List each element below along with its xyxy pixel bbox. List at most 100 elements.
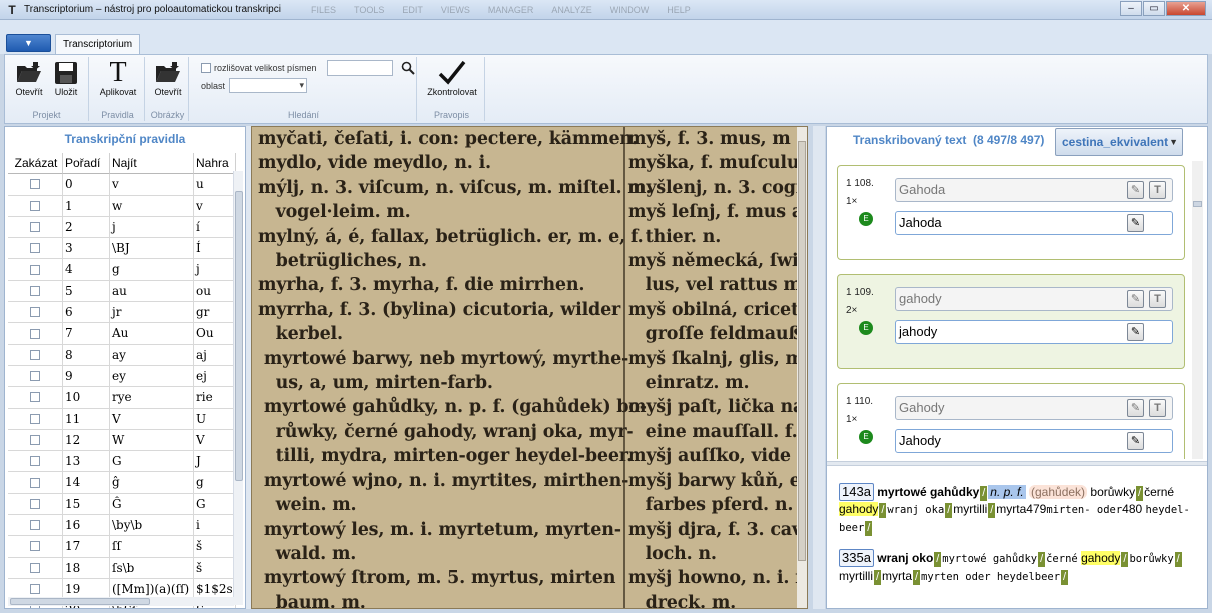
highlighted-word[interactable]: gahody (839, 502, 879, 516)
disable-checkbox[interactable] (30, 222, 40, 233)
disable-checkbox[interactable] (30, 200, 40, 211)
apply-rules-button[interactable]: T Aplikovat (95, 59, 141, 98)
replace-cell[interactable]: u (194, 174, 236, 196)
replace-cell[interactable]: š (194, 557, 236, 579)
disable-cell[interactable] (8, 216, 63, 239)
maximize-button[interactable]: ▭ (1143, 1, 1165, 16)
table-row[interactable]: 2jí (8, 216, 236, 239)
order-cell[interactable]: 9 (63, 365, 110, 388)
replace-cell[interactable]: Ou (194, 323, 236, 345)
table-row[interactable]: 12 W V (8, 429, 236, 452)
find-cell[interactable]: V (110, 408, 194, 430)
source-word-field[interactable]: gahody ✎ T (895, 287, 1173, 311)
source-word-field[interactable]: Gahody ✎ T (895, 396, 1173, 420)
disable-checkbox[interactable] (30, 520, 40, 531)
disable-checkbox[interactable] (30, 371, 40, 382)
find-cell[interactable]: jr (110, 302, 194, 324)
transcribe-t-icon[interactable]: T (1149, 290, 1166, 308)
table-row[interactable]: 17 ſſ š (8, 536, 236, 558)
order-cell[interactable]: 10 (63, 387, 110, 409)
rules-vertical-scrollbar[interactable] (233, 171, 243, 605)
table-row[interactable]: 10 rye rie (8, 387, 236, 409)
disable-cell[interactable] (8, 344, 63, 366)
order-cell[interactable]: 15 (63, 493, 110, 516)
table-row[interactable]: 7 Au Ou (8, 323, 236, 345)
app-menu-button[interactable]: ▼ (6, 34, 51, 52)
disable-cell[interactable] (8, 302, 63, 324)
disable-checkbox[interactable] (30, 477, 40, 488)
disable-checkbox[interactable] (30, 328, 40, 339)
table-row[interactable]: 6 jr gr (8, 302, 236, 324)
table-row[interactable]: 13 G J (8, 451, 236, 473)
order-cell[interactable]: 14 (63, 472, 110, 494)
scrollbar-thumb[interactable] (10, 598, 150, 605)
column-header-find[interactable]: Najít (110, 153, 194, 175)
disable-checkbox[interactable] (30, 392, 40, 403)
minimize-button[interactable]: – (1120, 1, 1142, 16)
scrollbar-thumb[interactable] (1193, 201, 1202, 207)
area-select[interactable] (229, 78, 307, 93)
checkbox-box[interactable] (201, 63, 211, 73)
order-cell[interactable]: 4 (63, 259, 110, 281)
page-reference[interactable]: 335a (839, 549, 874, 567)
find-cell[interactable]: ĝ (110, 472, 194, 494)
find-cell[interactable]: ſſ (110, 536, 194, 558)
table-row[interactable]: 18 ſs\b š (8, 557, 236, 579)
find-cell[interactable]: ay (110, 344, 194, 366)
disable-cell[interactable] (8, 387, 63, 409)
replace-cell[interactable]: aj (194, 344, 236, 366)
disable-checkbox[interactable] (30, 435, 40, 445)
edit-pencil-icon[interactable]: ✎ (1127, 214, 1144, 232)
spellcheck-button[interactable]: Zkontrolovat (423, 59, 481, 97)
scrollbar-thumb[interactable] (235, 191, 243, 481)
replace-cell[interactable]: rie (194, 387, 236, 409)
order-cell[interactable]: 17 (63, 536, 110, 558)
find-cell[interactable]: w (110, 195, 194, 217)
replace-cell[interactable]: U (194, 408, 236, 430)
disable-cell[interactable] (8, 238, 63, 260)
edit-pencil-icon[interactable]: ✎ (1127, 399, 1144, 417)
find-cell[interactable]: \by\b (110, 515, 194, 537)
disable-checkbox[interactable] (30, 562, 40, 573)
column-header-disable[interactable]: Zakázat (8, 153, 63, 175)
replace-cell[interactable]: G (194, 493, 236, 516)
disable-cell[interactable] (8, 536, 63, 558)
replace-cell[interactable]: Í (194, 238, 236, 260)
find-cell[interactable]: v (110, 174, 194, 196)
disable-checkbox[interactable] (30, 541, 40, 552)
order-cell[interactable]: 13 (63, 451, 110, 473)
find-cell[interactable]: rye (110, 387, 194, 409)
disable-cell[interactable] (8, 365, 63, 388)
disable-cell[interactable] (8, 323, 63, 345)
transcribe-t-icon[interactable]: T (1149, 399, 1166, 417)
edit-pencil-icon[interactable]: ✎ (1127, 432, 1144, 450)
disable-cell[interactable] (8, 259, 63, 281)
images-open-button[interactable]: Otevřít (149, 59, 187, 97)
find-cell[interactable]: ey (110, 365, 194, 388)
table-row[interactable]: 11 V U (8, 408, 236, 430)
find-cell[interactable]: g (110, 259, 194, 281)
find-cell[interactable]: Au (110, 323, 194, 345)
find-cell[interactable]: W (110, 429, 194, 452)
order-cell[interactable]: 6 (63, 302, 110, 324)
table-row[interactable]: 5 au ou (8, 280, 236, 303)
find-cell[interactable]: ſs\b (110, 557, 194, 579)
table-row[interactable]: 16 \by\b i (8, 515, 236, 537)
table-row[interactable]: 8 ay aj (8, 344, 236, 366)
search-icon[interactable] (401, 61, 415, 78)
order-cell[interactable]: 2 (63, 216, 110, 239)
table-row[interactable]: 1wv (8, 195, 236, 217)
highlighted-word[interactable]: gahody (1081, 551, 1121, 565)
disable-cell[interactable] (8, 515, 63, 537)
disable-checkbox[interactable] (30, 456, 40, 467)
edit-pencil-icon[interactable]: ✎ (1127, 181, 1144, 199)
order-cell[interactable]: 12 (63, 429, 110, 452)
replace-cell[interactable]: j (194, 259, 236, 281)
disable-cell[interactable] (8, 493, 63, 516)
page-reference[interactable]: 143a (839, 483, 874, 501)
target-word-field[interactable]: jahody ✎ (895, 320, 1173, 344)
replace-cell[interactable]: í (194, 216, 236, 239)
order-cell[interactable]: 5 (63, 280, 110, 303)
disable-cell[interactable] (8, 280, 63, 303)
order-cell[interactable]: 0 (63, 174, 110, 196)
